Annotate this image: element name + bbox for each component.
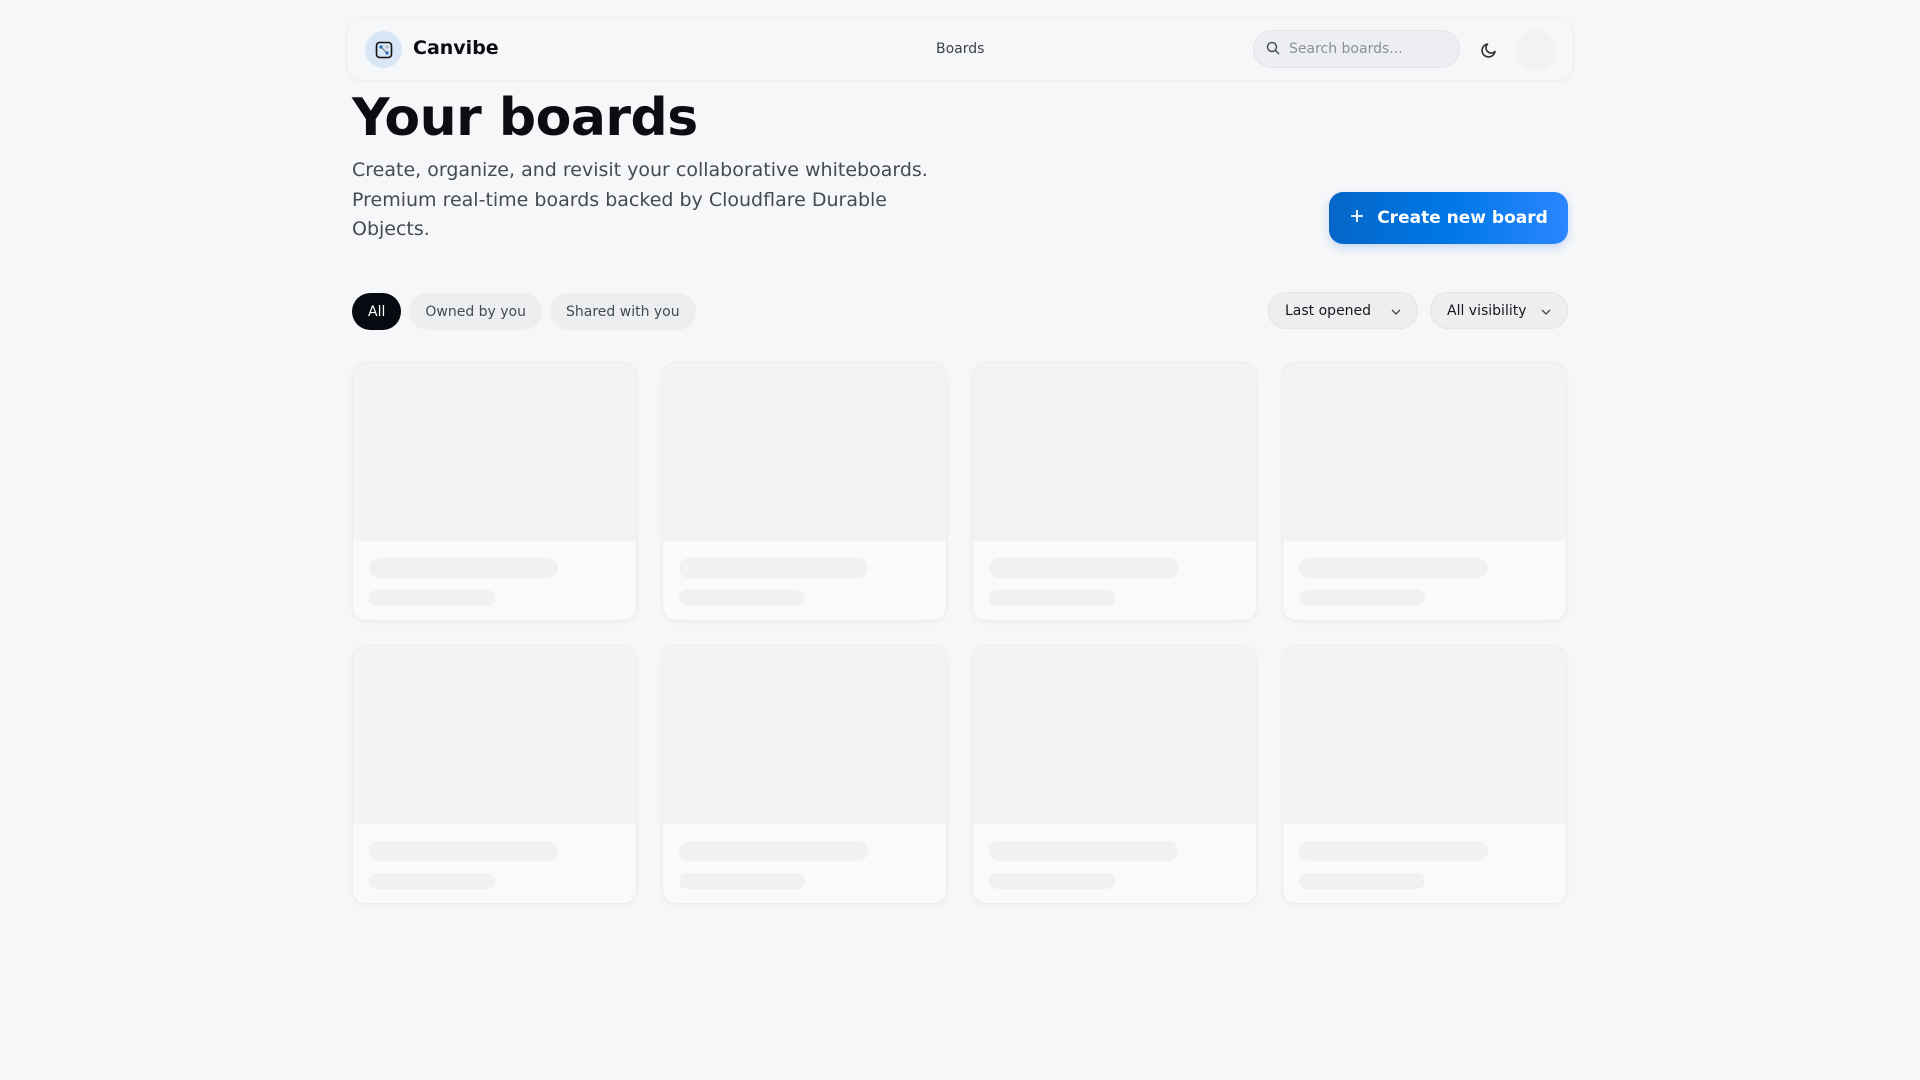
create-board-button[interactable]: Create new board — [1329, 192, 1568, 244]
filter-owned[interactable]: Owned by you — [409, 293, 542, 330]
meta-placeholder — [679, 873, 805, 889]
filter-shared[interactable]: Shared with you — [550, 293, 696, 330]
brand-name[interactable]: Canvibe — [413, 37, 499, 59]
visibility-value: All visibility — [1447, 302, 1527, 319]
page-title: Your boards — [352, 88, 698, 148]
thumbnail-placeholder — [663, 363, 946, 541]
meta-placeholder — [989, 590, 1115, 606]
chevron-down-icon — [1541, 303, 1551, 319]
plus-icon — [1349, 208, 1365, 229]
board-card-skeleton — [972, 645, 1257, 904]
boards-grid — [352, 362, 1567, 904]
meta-placeholder — [1299, 873, 1425, 889]
search-input[interactable] — [1289, 41, 1449, 57]
top-nav: Canvibe Boards — [346, 17, 1574, 81]
thumbnail-placeholder — [663, 646, 946, 824]
thumbnail-placeholder — [1283, 646, 1566, 824]
sort-select[interactable]: Last opened — [1268, 292, 1418, 329]
title-placeholder — [989, 558, 1178, 578]
meta-placeholder — [989, 873, 1115, 889]
title-placeholder — [369, 841, 558, 861]
board-card-skeleton — [1282, 645, 1567, 904]
thumbnail-placeholder — [353, 646, 636, 824]
board-card-skeleton — [1282, 362, 1567, 621]
search-icon — [1266, 40, 1280, 59]
title-placeholder — [679, 558, 868, 578]
search-box[interactable] — [1253, 30, 1460, 68]
board-card-skeleton — [352, 362, 637, 621]
meta-placeholder — [369, 590, 495, 606]
chevron-down-icon — [1391, 303, 1401, 319]
theme-toggle-moon-icon[interactable] — [1477, 38, 1501, 62]
thumbnail-placeholder — [973, 646, 1256, 824]
page-subtitle: Create, organize, and revisit your colla… — [352, 159, 928, 240]
meta-placeholder — [679, 590, 805, 606]
sort-value: Last opened — [1285, 302, 1372, 319]
nav-link-boards[interactable]: Boards — [936, 41, 984, 57]
thumbnail-placeholder — [973, 363, 1256, 541]
filter-all[interactable]: All — [352, 293, 402, 330]
title-placeholder — [1299, 558, 1488, 578]
title-placeholder — [679, 841, 868, 861]
thumbnail-placeholder — [1283, 363, 1566, 541]
thumbnail-placeholder — [353, 363, 636, 541]
create-board-label: Create new board — [1377, 208, 1548, 228]
board-card-skeleton — [972, 362, 1257, 621]
board-card-skeleton — [662, 645, 947, 904]
board-card-skeleton — [352, 645, 637, 904]
board-card-skeleton — [662, 362, 947, 621]
filter-chips: All Owned by you Shared with you — [352, 293, 696, 330]
meta-placeholder — [369, 873, 495, 889]
title-placeholder — [369, 558, 558, 578]
logo-icon[interactable] — [365, 31, 402, 68]
title-placeholder — [989, 841, 1178, 861]
meta-placeholder — [1299, 590, 1425, 606]
visibility-select[interactable]: All visibility — [1430, 292, 1568, 329]
avatar[interactable] — [1516, 30, 1556, 70]
title-placeholder — [1299, 841, 1488, 861]
